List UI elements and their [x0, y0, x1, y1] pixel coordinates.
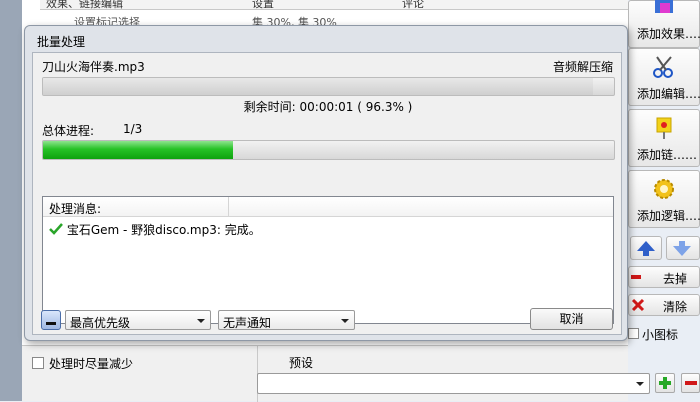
notify-combo[interactable]: 无声通知 — [218, 310, 355, 330]
clear-button[interactable]: 清除 — [628, 294, 700, 316]
dialog-title: 批量处理 — [37, 35, 86, 49]
minimize-checkbox-label: 处理时尽量减少 — [49, 357, 134, 371]
add-link-button[interactable]: 添加链…… — [628, 109, 700, 167]
messages-list[interactable]: 处理消息: 宝石Gem - 野狼disco.mp3: 完成。 — [42, 196, 614, 324]
effects-list-header: 效果、链接编辑 设置 评论 — [40, 0, 628, 10]
minus-icon — [685, 381, 697, 385]
bottom-panel: 处理时尽量减少 预设 — [22, 345, 650, 402]
minimize-checkbox[interactable] — [32, 357, 44, 369]
minimize-dialog-button[interactable] — [41, 310, 61, 330]
arrow-down-icon — [673, 241, 691, 256]
chevron-down-icon — [341, 319, 349, 323]
move-up-button[interactable] — [630, 236, 662, 260]
preset-label: 预设 — [289, 356, 314, 370]
messages-header-column[interactable]: 处理消息: — [43, 197, 229, 217]
checkmark-icon — [49, 223, 63, 235]
clear-label: 清除 — [663, 300, 688, 314]
arrow-up-icon — [637, 241, 655, 256]
chevron-down-icon — [636, 382, 644, 386]
preset-combo[interactable] — [257, 373, 650, 394]
remove-preset-button[interactable] — [681, 373, 700, 393]
priority-value: 最高优先级 — [70, 316, 131, 330]
total-progress-fill — [43, 141, 234, 159]
message-text: 宝石Gem - 野狼disco.mp3: 完成。 — [66, 223, 261, 237]
add-editor-button[interactable]: 添加编辑…… — [628, 48, 700, 106]
file-percent: ( 96.3% ) — [357, 100, 413, 114]
remove-button[interactable]: 去掉 — [628, 266, 700, 288]
messages-header: 处理消息: — [43, 197, 613, 217]
time-remaining-row: 剩余时间: 00:00:01 ( 96.3% ) — [33, 98, 623, 115]
total-progress-label: 总体进程: — [42, 124, 95, 138]
plus-icon — [659, 377, 671, 389]
list-header-effects[interactable]: 效果、链接编辑 — [46, 0, 123, 9]
cancel-button[interactable]: 取消 — [530, 308, 613, 330]
move-down-button[interactable] — [666, 236, 700, 260]
add-link-label: 添加链…… — [637, 148, 698, 162]
batch-processing-dialog: 批量处理 刀山火海伴奏.mp3 音频解压缩 剩余时间: 00:00:01 ( 9… — [24, 25, 628, 341]
small-icons-checkbox[interactable] — [628, 328, 639, 339]
close-icon — [631, 298, 645, 312]
time-remaining-value: 00:00:01 — [299, 100, 354, 114]
total-progress-bar — [42, 140, 615, 160]
link-icon — [656, 117, 672, 139]
messages-header-label: 处理消息: — [49, 202, 102, 216]
add-effect-label: 添加效果…… — [637, 27, 700, 41]
chevron-down-icon — [197, 319, 205, 323]
message-item[interactable]: 宝石Gem - 野狼disco.mp3: 完成。 — [49, 221, 261, 238]
small-icons-label: 小图标 — [642, 328, 679, 342]
minus-icon — [631, 275, 641, 279]
add-editor-label: 添加编辑…… — [637, 87, 700, 101]
priority-combo[interactable]: 最高优先级 — [65, 310, 211, 330]
minimize-icon — [46, 322, 56, 325]
time-remaining-label: 剩余时间: — [243, 100, 296, 114]
app-left-strip — [0, 0, 22, 401]
file-progress-fill — [43, 78, 593, 95]
current-operation: 音频解压缩 — [552, 60, 613, 74]
gear-icon — [654, 179, 674, 199]
add-preset-button[interactable] — [655, 373, 675, 393]
list-header-comment[interactable]: 评论 — [402, 0, 424, 9]
remove-label: 去掉 — [663, 272, 688, 286]
effect-icon — [655, 0, 673, 13]
add-logic-button[interactable]: 添加逻辑…… — [628, 170, 700, 228]
dialog-content: 刀山火海伴奏.mp3 音频解压缩 剩余时间: 00:00:01 ( 96.3% … — [32, 52, 622, 335]
notify-value: 无声通知 — [223, 316, 272, 330]
current-file-name: 刀山火海伴奏.mp3 — [42, 60, 145, 74]
file-progress-bar — [42, 77, 615, 96]
scissors-icon — [653, 56, 673, 78]
list-header-settings[interactable]: 设置 — [252, 0, 274, 9]
add-logic-label: 添加逻辑…… — [637, 209, 700, 223]
add-effect-button[interactable]: 添加效果…… — [628, 0, 700, 48]
total-progress-count: 1/3 — [123, 122, 143, 136]
